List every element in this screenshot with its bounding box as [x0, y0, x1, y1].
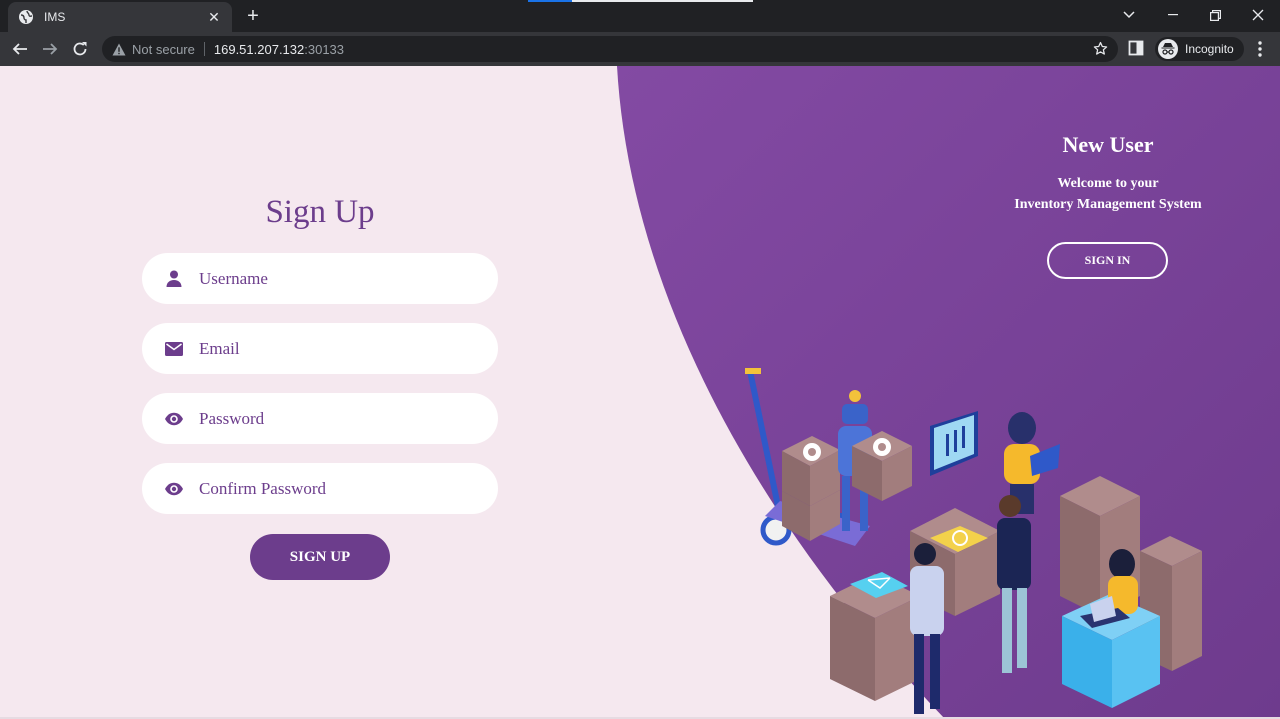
- url-divider: [203, 42, 205, 56]
- tab-strip-indicator: [528, 0, 753, 2]
- sign-in-button[interactable]: SIGN IN: [1047, 242, 1168, 279]
- tab-search-icon[interactable]: [1107, 0, 1151, 30]
- new-user-title: New User: [1062, 132, 1154, 157]
- incognito-label: Incognito: [1185, 42, 1234, 56]
- close-window-icon[interactable]: [1236, 0, 1280, 30]
- confirm-password-input[interactable]: [199, 478, 479, 499]
- title-bar: IMS ✕ +: [0, 0, 1280, 32]
- restore-icon[interactable]: [1193, 0, 1237, 30]
- warning-icon[interactable]: [112, 43, 126, 56]
- user-icon: [164, 269, 184, 289]
- side-panel-icon[interactable]: [1128, 40, 1144, 56]
- reload-icon[interactable]: [68, 37, 92, 61]
- new-tab-button[interactable]: +: [244, 5, 262, 27]
- report-card: [930, 411, 978, 476]
- page-viewport: Sign Up SIGN UP New User Welcome to your…: [0, 66, 1280, 719]
- system-name-line: Inventory Management System: [1014, 197, 1202, 212]
- minimize-icon[interactable]: [1151, 0, 1195, 30]
- man-at-box: [910, 543, 944, 714]
- password-field[interactable]: [142, 393, 498, 444]
- man-standing: [997, 495, 1031, 673]
- welcome-line: Welcome to your: [1057, 176, 1159, 191]
- boxes-left-stack: [782, 436, 840, 541]
- back-arrow-icon[interactable]: [8, 37, 32, 61]
- confirm-password-field[interactable]: [142, 463, 498, 514]
- warehouse-illustration: [745, 368, 1202, 714]
- sign-up-button[interactable]: SIGN UP: [250, 534, 390, 580]
- signup-title: Sign Up: [265, 194, 375, 230]
- browser-menu-icon[interactable]: [1250, 38, 1270, 60]
- eye-icon[interactable]: [164, 409, 184, 429]
- password-input[interactable]: [199, 408, 479, 429]
- globe-icon: [18, 9, 34, 25]
- url-host: 169.51.207.132: [213, 41, 305, 57]
- bookmark-star-icon[interactable]: [1093, 41, 1108, 56]
- username-field[interactable]: [142, 253, 498, 304]
- incognito-profile-button[interactable]: Incognito: [1155, 37, 1244, 61]
- eye-icon[interactable]: [164, 479, 184, 499]
- security-status: Not secure: [132, 41, 195, 57]
- gear-box-right: [852, 431, 912, 501]
- email-field[interactable]: [142, 323, 498, 374]
- email-input[interactable]: [199, 338, 479, 359]
- url-port: :30133: [304, 41, 345, 57]
- tab-title: IMS: [44, 10, 66, 24]
- browser-toolbar: Not secure 169.51.207.132 :30133 Incogni…: [0, 32, 1280, 66]
- close-tab-icon[interactable]: ✕: [206, 9, 222, 26]
- envelope-icon: [164, 339, 184, 359]
- forward-arrow-icon[interactable]: [38, 37, 62, 61]
- address-bar[interactable]: Not secure 169.51.207.132 :30133: [102, 36, 1118, 62]
- username-input[interactable]: [199, 268, 479, 289]
- browser-tab-ims[interactable]: IMS ✕: [8, 2, 232, 32]
- incognito-icon: [1158, 39, 1178, 59]
